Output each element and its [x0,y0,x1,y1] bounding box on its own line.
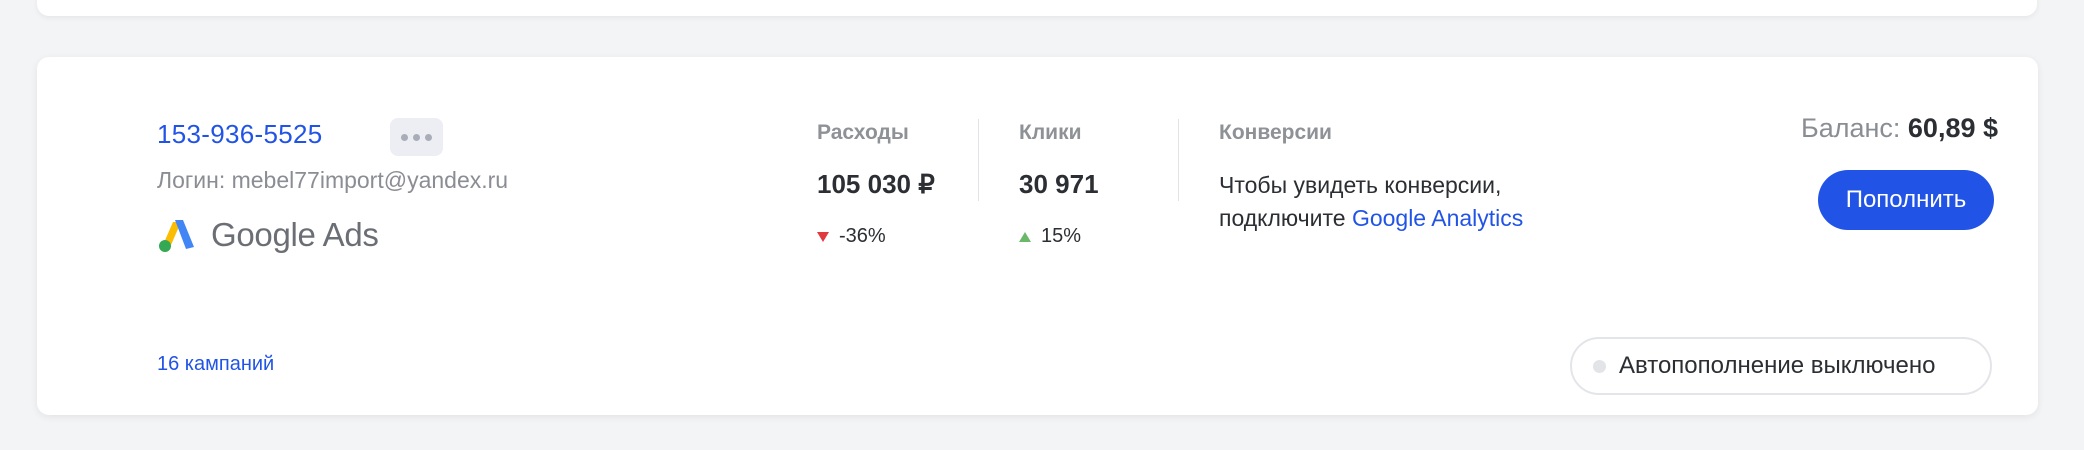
campaigns-link[interactable]: 16 кампаний [157,353,274,376]
platform-name: Google Ads [211,216,379,253]
autopay-label: Автопополнение выключено [1619,352,1936,379]
google-ads-icon [159,220,194,252]
platform-logo: Google Ads [157,215,379,255]
balance-label: Баланс: [1800,113,1901,143]
clicks-value: 30 971 [1019,169,1099,199]
clicks-label: Клики [1019,121,1082,144]
clicks-change-value: 15% [1041,225,1082,247]
arrow-down-icon [817,231,829,242]
spend-change-value: -36% [839,225,886,247]
autopay-toggle[interactable]: Автопополнение выключено [1570,337,1992,395]
previous-account-card [37,0,2037,16]
divider [978,119,979,201]
account-login: Логин: mebel77import@yandex.ru [157,167,509,193]
dot-icon [413,133,420,141]
conversions-message-line2: подключите [1219,205,1352,231]
conversions-message: Чтобы увидеть конверсии, подключите Goog… [1219,169,1639,235]
more-options-button[interactable] [390,118,443,156]
arrow-up-icon [1019,231,1031,242]
google-analytics-link[interactable]: Google Analytics [1352,205,1523,231]
clicks-change: 15% [1019,225,1081,248]
balance-value: 60,89 $ [1907,113,1998,143]
conversions-label: Конверсии [1219,121,1332,144]
topup-button[interactable]: Пополнить [1818,170,1994,230]
dot-icon [425,133,432,141]
spend-label: Расходы [817,121,909,144]
conversions-message-line1: Чтобы увидеть конверсии, [1219,172,1502,198]
dot-icon [401,133,408,141]
account-id-link[interactable]: 153-936-5525 [157,119,323,150]
account-card: 153-936-5525 Логин: mebel77import@yandex… [37,57,2038,415]
status-dot-icon [1593,359,1606,373]
spend-change: -36% [817,225,886,248]
balance: Баланс: 60,89 $ [1801,113,1998,144]
spend-value: 105 030 ₽ [817,169,935,199]
divider [1178,119,1179,201]
